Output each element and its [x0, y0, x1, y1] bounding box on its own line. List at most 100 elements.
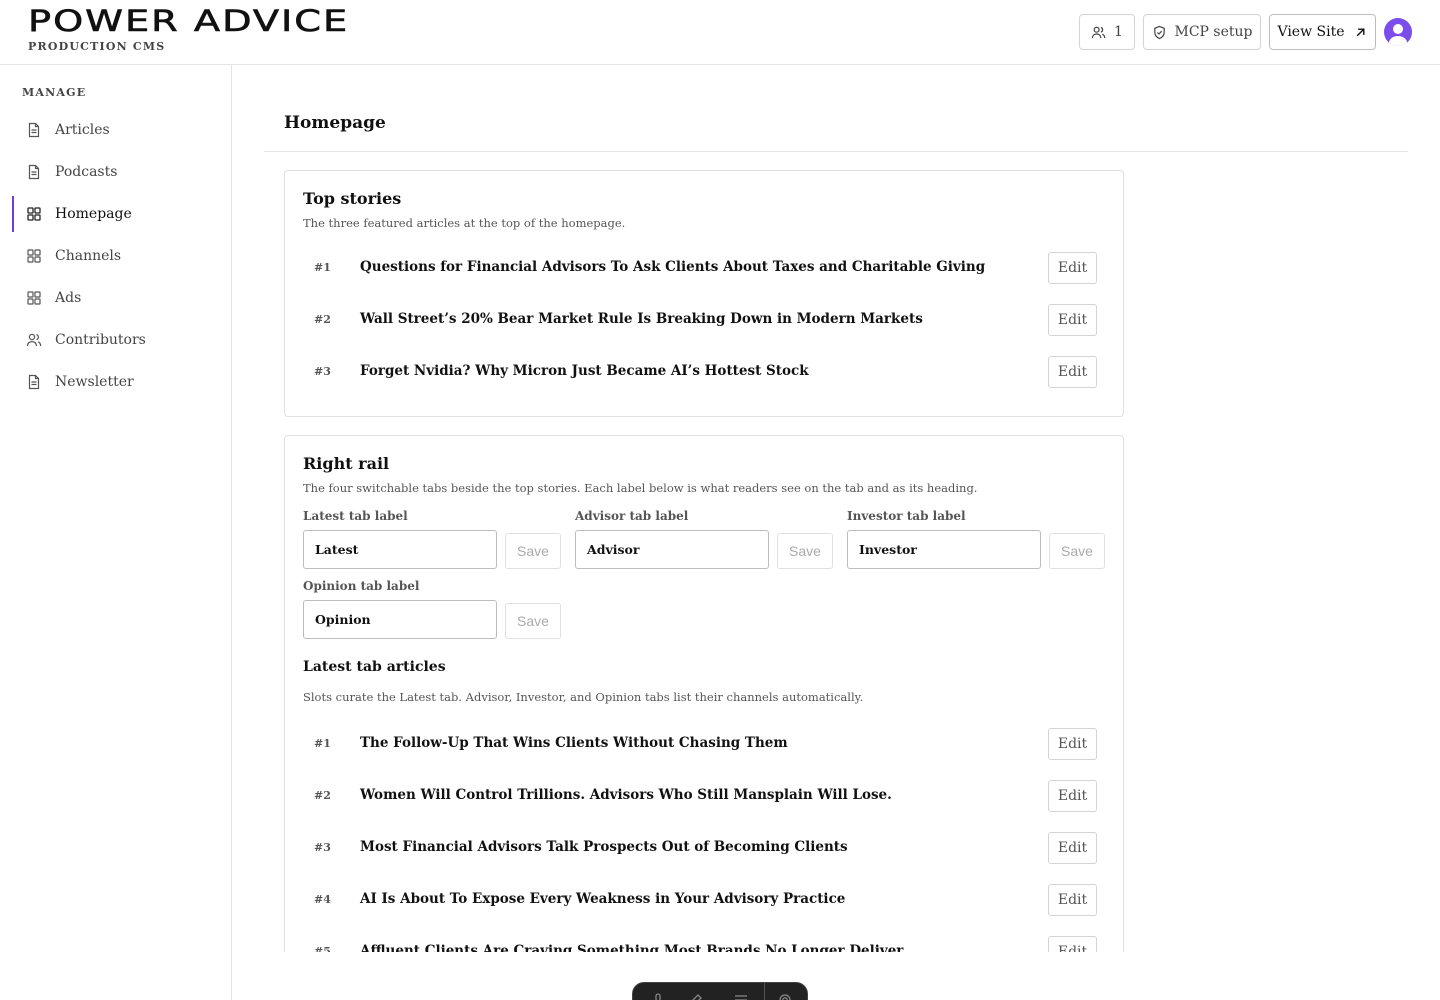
sidebar-item-label: Ads	[55, 290, 82, 306]
opinion-tab-label-caption: Opinion tab label	[303, 579, 420, 593]
sidebar-item-homepage[interactable]: Homepage	[12, 196, 220, 232]
story-row: #1 Questions for Financial Advisors To A…	[303, 252, 1105, 284]
sidebar-item-channels[interactable]: Channels	[12, 238, 220, 274]
right-rail-card: Right rail The four switchable tabs besi…	[284, 435, 1124, 952]
sidebar-item-podcasts[interactable]: Podcasts	[12, 154, 220, 190]
microphone-icon[interactable]	[651, 993, 665, 1000]
edit-button[interactable]: Edit	[1048, 780, 1097, 812]
page-title: Homepage	[284, 113, 386, 133]
toolbar-separator	[764, 983, 765, 1000]
active-users-button[interactable]: 1	[1079, 14, 1135, 50]
investor-tab-save-button[interactable]: Save	[1049, 533, 1105, 569]
story-number: #2	[314, 313, 331, 326]
story-number: #3	[314, 841, 331, 854]
advisor-tab-label-input[interactable]: Advisor	[575, 530, 769, 569]
shield-check-icon	[1153, 25, 1165, 39]
story-row: #2 Wall Street’s 20% Bear Market Rule Is…	[303, 304, 1105, 336]
grid-icon	[27, 249, 41, 263]
investor-tab-label-input[interactable]: Investor	[847, 530, 1041, 569]
edit-button[interactable]: Edit	[1048, 252, 1097, 284]
sidebar-nav: Articles Podcasts Homepage Channels Ads …	[12, 112, 220, 406]
investor-tab-label-caption: Investor tab label	[847, 509, 966, 523]
active-users-count: 1	[1114, 24, 1123, 40]
avatar-head	[1393, 24, 1403, 34]
main-content: Homepage Top stories The three featured …	[232, 65, 1440, 1000]
latest-article-row: #1 The Follow-Up That Wins Clients Witho…	[303, 728, 1105, 760]
story-title: Questions for Financial Advisors To Ask …	[360, 259, 986, 275]
latest-article-row: #2 Women Will Control Trillions. Advisor…	[303, 780, 1105, 812]
grid-icon	[27, 291, 41, 305]
story-number: #1	[314, 737, 331, 750]
edit-button[interactable]: Edit	[1048, 832, 1097, 864]
edit-button[interactable]: Edit	[1048, 884, 1097, 916]
top-stories-title: Top stories	[303, 189, 402, 208]
document-icon	[28, 164, 40, 180]
edit-button[interactable]: Edit	[1048, 356, 1097, 388]
avatar-body	[1389, 36, 1407, 46]
app-header: POWER ADVICE PRODUCTION CMS 1 MCP setup …	[0, 0, 1440, 65]
floating-toolbar[interactable]	[632, 982, 808, 1000]
sidebar: MANAGE Articles Podcasts Homepage Channe…	[0, 65, 232, 1000]
view-site-label: View Site	[1277, 24, 1345, 40]
view-site-button[interactable]: View Site	[1269, 14, 1376, 50]
story-title: Wall Street’s 20% Bear Market Rule Is Br…	[360, 311, 923, 327]
story-title: Most Financial Advisors Talk Prospects O…	[360, 839, 848, 855]
sidebar-item-label: Contributors	[55, 332, 146, 348]
document-icon	[28, 122, 40, 138]
brand-logo: POWER ADVICE	[28, 4, 350, 38]
story-row: #3 Forget Nvidia? Why Micron Just Became…	[303, 356, 1105, 388]
document-icon	[28, 374, 40, 390]
mcp-setup-label: MCP setup	[1174, 24, 1253, 40]
title-divider	[264, 151, 1408, 152]
brand-subtitle: PRODUCTION CMS	[28, 40, 166, 53]
users-icon	[1091, 26, 1106, 38]
pen-icon[interactable]	[689, 993, 703, 1000]
right-rail-title: Right rail	[303, 454, 390, 473]
latest-tab-articles-description: Slots curate the Latest tab. Advisor, In…	[303, 690, 864, 704]
story-title: The Follow-Up That Wins Clients Without …	[360, 735, 788, 751]
sidebar-item-ads[interactable]: Ads	[12, 280, 220, 316]
story-title: Affluent Clients Are Craving Something M…	[360, 943, 904, 952]
menu-icon[interactable]	[734, 993, 748, 1000]
story-number: #3	[314, 365, 331, 378]
top-stories-description: The three featured articles at the top o…	[303, 216, 626, 230]
story-title: AI Is About To Expose Every Weakness in …	[360, 891, 846, 907]
right-rail-description: The four switchable tabs beside the top …	[303, 481, 978, 495]
users-icon	[26, 333, 42, 347]
story-title: Women Will Control Trillions. Advisors W…	[360, 787, 892, 803]
story-number: #1	[314, 261, 331, 274]
user-avatar[interactable]	[1384, 18, 1412, 46]
story-number: #4	[314, 893, 331, 906]
sidebar-item-articles[interactable]: Articles	[12, 112, 220, 148]
scroll-area[interactable]: Homepage Top stories The three featured …	[232, 65, 1440, 952]
gear-icon[interactable]	[778, 993, 792, 1000]
sidebar-item-label: Newsletter	[55, 374, 134, 390]
latest-tab-save-button[interactable]: Save	[505, 533, 561, 569]
story-number: #2	[314, 789, 331, 802]
latest-tab-label-caption: Latest tab label	[303, 509, 408, 523]
brand[interactable]: POWER ADVICE PRODUCTION CMS	[28, 6, 348, 53]
edit-button[interactable]: Edit	[1048, 304, 1097, 336]
sidebar-item-label: Articles	[55, 122, 110, 138]
arrow-up-right-icon	[1356, 28, 1364, 36]
story-title: Forget Nvidia? Why Micron Just Became AI…	[360, 363, 809, 379]
story-number: #5	[314, 945, 331, 952]
grid-icon	[27, 207, 41, 221]
sidebar-item-newsletter[interactable]: Newsletter	[12, 364, 220, 400]
latest-article-row: #4 AI Is About To Expose Every Weakness …	[303, 884, 1105, 916]
sidebar-item-label: Podcasts	[55, 164, 118, 180]
sidebar-item-label: Homepage	[55, 206, 132, 222]
latest-tab-label-input[interactable]: Latest	[303, 530, 497, 569]
sidebar-item-label: Channels	[55, 248, 122, 264]
mcp-setup-button[interactable]: MCP setup	[1143, 14, 1261, 50]
latest-article-row: #3 Most Financial Advisors Talk Prospect…	[303, 832, 1105, 864]
sidebar-item-contributors[interactable]: Contributors	[12, 322, 220, 358]
edit-button[interactable]: Edit	[1048, 728, 1097, 760]
opinion-tab-save-button[interactable]: Save	[505, 603, 561, 639]
latest-tab-articles-title: Latest tab articles	[303, 659, 446, 675]
top-stories-card: Top stories The three featured articles …	[284, 170, 1124, 417]
opinion-tab-label-input[interactable]: Opinion	[303, 600, 497, 639]
advisor-tab-label-caption: Advisor tab label	[575, 509, 689, 523]
edit-button[interactable]: Edit	[1048, 936, 1097, 952]
advisor-tab-save-button[interactable]: Save	[777, 533, 833, 569]
